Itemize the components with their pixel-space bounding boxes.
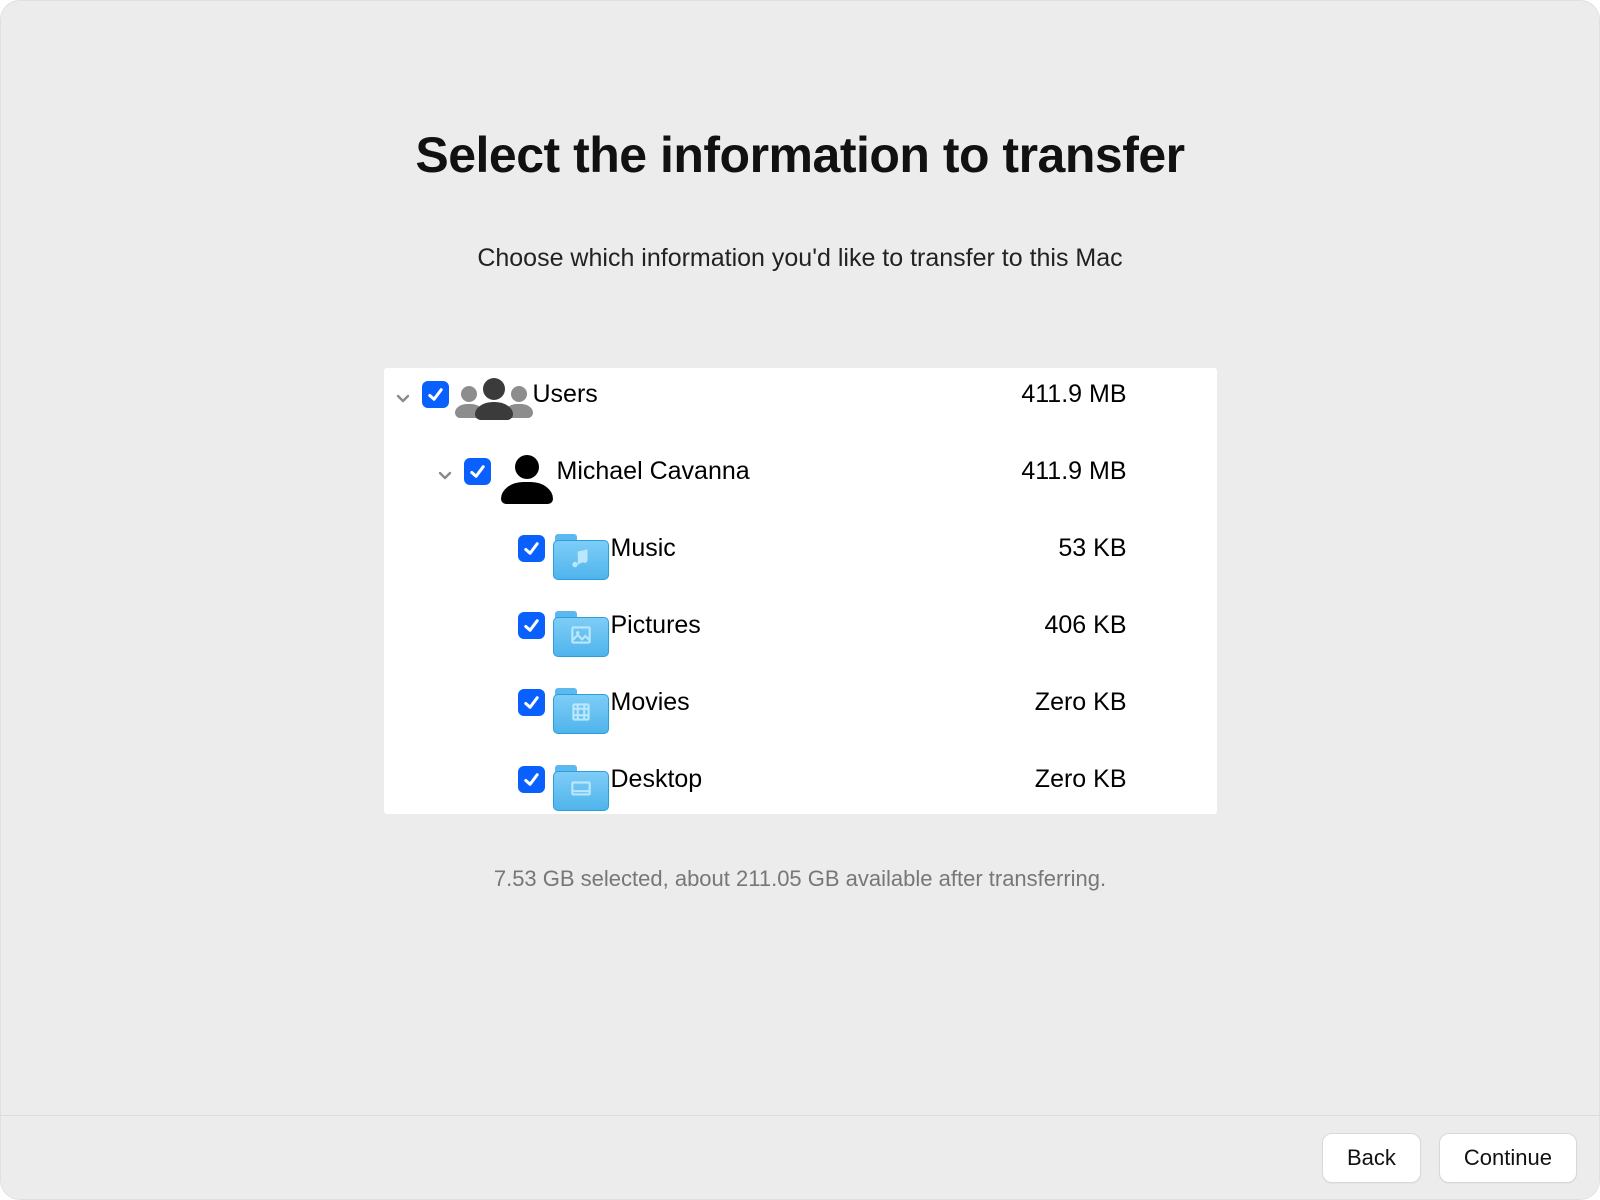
transfer-list-panel: Users 411.9 MB Michael Cavanna 411.9 MB [384, 368, 1217, 814]
row-user-size: 411.9 MB [1021, 455, 1126, 486]
folder-pictures-icon [551, 609, 611, 657]
row-user-account[interactable]: Michael Cavanna 411.9 MB [384, 455, 1217, 532]
row-pictures-label: Pictures [611, 609, 1045, 640]
row-pictures[interactable]: Pictures 406 KB [384, 609, 1217, 686]
row-user-label: Michael Cavanna [557, 455, 1022, 486]
row-movies-size: Zero KB [1035, 686, 1127, 717]
storage-summary: 7.53 GB selected, about 211.05 GB availa… [494, 866, 1106, 892]
row-movies[interactable]: Movies Zero KB [384, 686, 1217, 763]
row-movies-label: Movies [611, 686, 1035, 717]
row-pictures-size: 406 KB [1044, 609, 1126, 640]
footer-bar: Back Continue [1, 1115, 1599, 1199]
row-users-size: 411.9 MB [1021, 378, 1126, 409]
row-music-size: 53 KB [1058, 532, 1126, 563]
chevron-down-icon[interactable] [432, 455, 458, 495]
continue-button[interactable]: Continue [1439, 1133, 1577, 1183]
row-users[interactable]: Users 411.9 MB [384, 378, 1217, 455]
checkbox-desktop[interactable] [518, 766, 545, 793]
checkbox-pictures[interactable] [518, 612, 545, 639]
row-desktop-size: Zero KB [1035, 763, 1127, 794]
folder-desktop-icon [551, 763, 611, 811]
page-title: Select the information to transfer [415, 126, 1184, 184]
migration-assistant-window: Select the information to transfer Choos… [0, 0, 1600, 1200]
checkbox-music[interactable] [518, 535, 545, 562]
page-subtitle: Choose which information you'd like to t… [477, 244, 1122, 273]
row-music-label: Music [611, 532, 1059, 563]
checkbox-movies[interactable] [518, 689, 545, 716]
checkbox-user-account[interactable] [464, 458, 491, 485]
folder-music-icon [551, 532, 611, 580]
row-music[interactable]: Music 53 KB [384, 532, 1217, 609]
folder-movies-icon [551, 686, 611, 734]
row-desktop-label: Desktop [611, 763, 1035, 794]
person-icon [497, 455, 557, 505]
row-users-label: Users [533, 378, 1022, 409]
back-button[interactable]: Back [1322, 1133, 1421, 1183]
chevron-down-icon[interactable] [390, 378, 416, 418]
checkbox-users[interactable] [422, 381, 449, 408]
content-area: Select the information to transfer Choos… [1, 1, 1599, 892]
users-group-icon [455, 378, 533, 424]
row-desktop[interactable]: Desktop Zero KB [384, 763, 1217, 814]
